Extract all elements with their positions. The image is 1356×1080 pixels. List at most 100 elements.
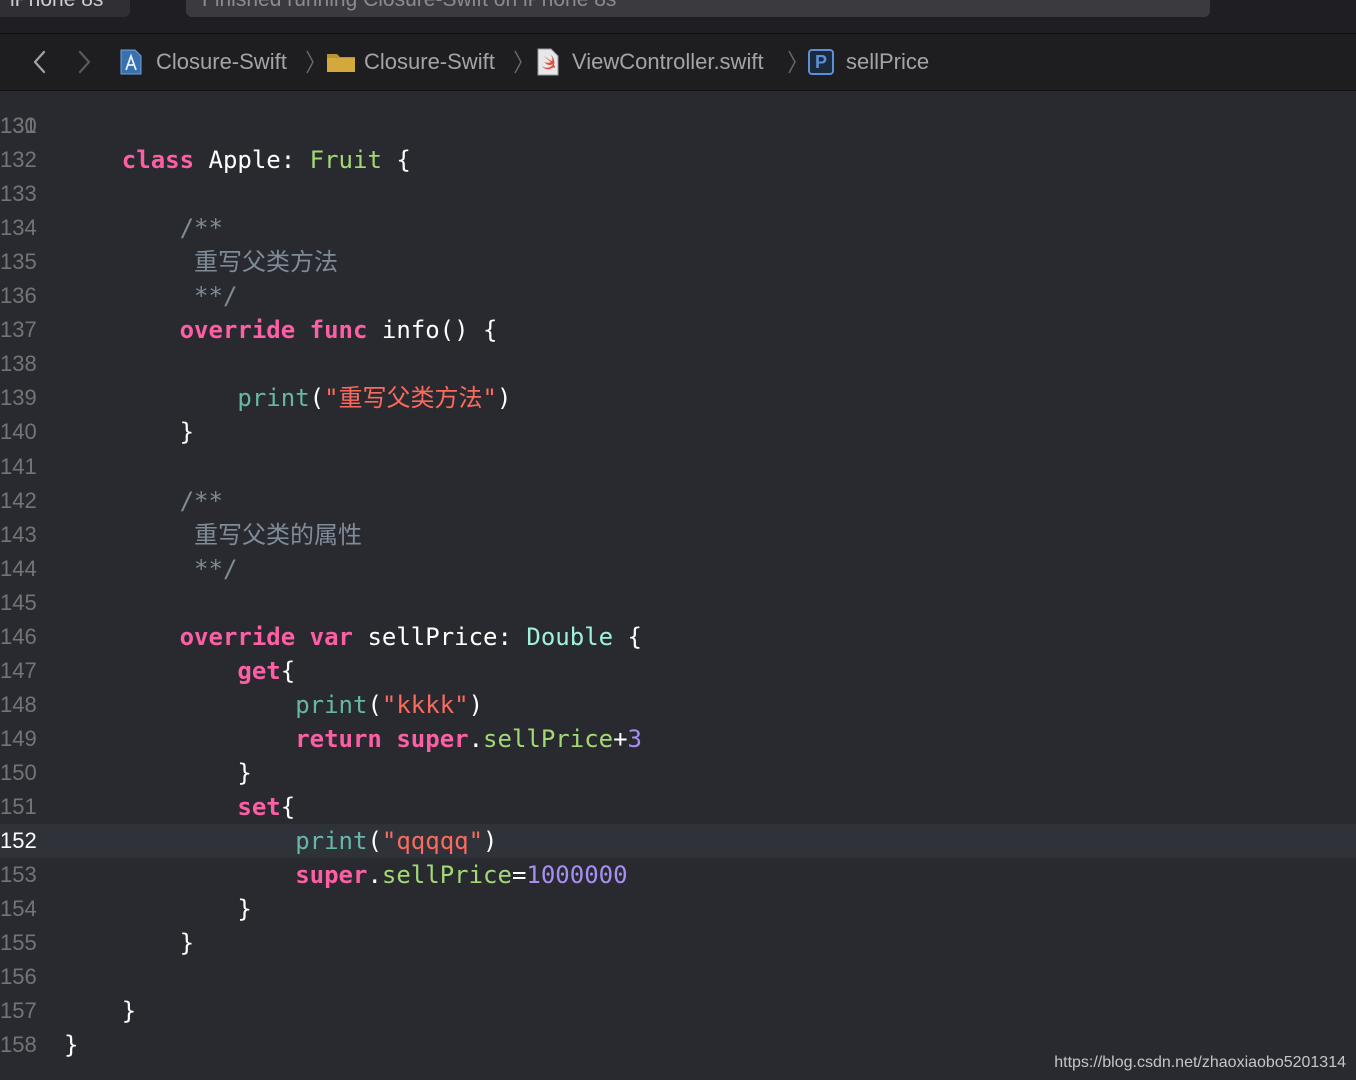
code-line[interactable]: 138	[0, 347, 1356, 381]
breadcrumb-symbol[interactable]: P sellPrice	[808, 34, 929, 90]
line-number[interactable]: 151	[0, 790, 40, 824]
line-number[interactable]: 145	[0, 586, 40, 620]
line-number[interactable]: 141	[0, 450, 40, 484]
code-line[interactable]: 144 **/	[0, 552, 1356, 586]
code-token: }	[121, 997, 137, 1026]
line-number[interactable]: 155	[0, 926, 40, 960]
line-number[interactable]: 138	[0, 347, 40, 381]
watermark: https://blog.csdn.net/zhaoxiaobo5201314	[1054, 1054, 1346, 1071]
forward-arrow-icon[interactable]	[72, 48, 96, 76]
line-number[interactable]: 132	[0, 143, 40, 177]
code-token: )	[497, 384, 512, 413]
line-number[interactable]: 133	[0, 177, 40, 211]
code-line[interactable]: 135 重写父类方法	[0, 245, 1356, 279]
source-editor[interactable]: 130 131 132 class Apple: Fruit {133 134 /*…	[0, 91, 1356, 1080]
scheme-selector[interactable]: iPhone 8s	[0, 0, 130, 17]
code-text: override var sellPrice: Double {	[64, 620, 642, 654]
code-token: print	[295, 827, 368, 856]
code-line[interactable]: 147 get{	[0, 654, 1356, 688]
code-text: **/	[64, 552, 237, 586]
code-line[interactable]: 145	[0, 586, 1356, 620]
line-number[interactable]: 139	[0, 381, 40, 415]
related-items-icon[interactable]	[0, 50, 6, 72]
code-token: print	[295, 690, 368, 719]
line-number[interactable]: 135	[0, 245, 40, 279]
code-token: =	[511, 861, 527, 890]
line-number[interactable]: 156	[0, 960, 40, 994]
line-number[interactable]: 134	[0, 211, 40, 245]
line-number[interactable]: 136	[0, 279, 40, 313]
code-token: {	[280, 656, 296, 685]
line-number[interactable]: 158	[0, 1028, 40, 1062]
code-line[interactable]: 154 }	[0, 892, 1356, 926]
code-line[interactable]: 132 class Apple: Fruit {	[0, 143, 1356, 177]
code-token: }	[237, 895, 252, 924]
toolbar: iPhone 8s Finished running Closure-Swift…	[0, 0, 1356, 34]
line-number[interactable]: 150	[0, 756, 40, 790]
code-token: sellPrice	[483, 724, 614, 753]
code-token: "重写父类方法"	[324, 384, 497, 413]
line-number[interactable]: 146	[0, 620, 40, 654]
folder-icon	[327, 54, 355, 72]
code-line[interactable]: 155 }	[0, 926, 1356, 960]
code-line[interactable]: 134 /**	[0, 211, 1356, 245]
line-number[interactable]: 149	[0, 722, 40, 756]
code-token: +	[613, 724, 628, 753]
line-number[interactable]: 131	[0, 109, 40, 143]
code-line[interactable]: 131	[0, 109, 1356, 143]
line-number[interactable]: 153	[0, 858, 40, 892]
xcode-project-icon	[120, 49, 142, 75]
code-line[interactable]: 149 return super.sellPrice+3	[0, 722, 1356, 756]
line-number[interactable]: 142	[0, 484, 40, 518]
code-line[interactable]: 136 **/	[0, 279, 1356, 313]
breadcrumb-project[interactable]: Closure-Swift	[118, 34, 287, 90]
code-line[interactable]: 143 重写父类的属性	[0, 518, 1356, 552]
line-number[interactable]: 157	[0, 994, 40, 1028]
line-number[interactable]: 137	[0, 313, 40, 347]
code-line[interactable]: 139 print("重写父类方法")	[0, 381, 1356, 415]
code-line[interactable]: 153 super.sellPrice=1000000	[0, 858, 1356, 892]
code-line[interactable]: 157 }	[0, 994, 1356, 1028]
property-icon: P	[808, 49, 834, 75]
code-line[interactable]: 148 print("kkkk")	[0, 688, 1356, 722]
line-number[interactable]: 144	[0, 552, 40, 586]
code-line[interactable]: 142 /**	[0, 484, 1356, 518]
code-token: super	[295, 861, 368, 890]
code-line[interactable]: 151 set{	[0, 790, 1356, 824]
back-arrow-icon[interactable]	[28, 48, 52, 76]
code-line[interactable]: 140 }	[0, 415, 1356, 449]
code-line[interactable]: 152 print("qqqqq")	[0, 824, 1356, 859]
breadcrumb-folder[interactable]: Closure-Swift	[326, 34, 495, 90]
code-line[interactable]: 150 }	[0, 756, 1356, 790]
code-line[interactable]: 156	[0, 960, 1356, 994]
code-token: }	[179, 418, 195, 447]
code-token: {	[280, 793, 296, 821]
code-text: }	[64, 1028, 78, 1062]
code-text: }	[64, 415, 194, 449]
code-token: **/	[194, 554, 238, 583]
code-line[interactable]: 133	[0, 177, 1356, 211]
scheme-label: iPhone 8s	[10, 0, 103, 12]
code-line[interactable]: 137 override func info() {	[0, 313, 1356, 347]
code-token: /**	[179, 486, 223, 515]
line-number[interactable]: 154	[0, 892, 40, 926]
breadcrumb-file[interactable]: ViewController.swift	[536, 34, 764, 90]
code-token: "qqqqq"	[381, 827, 484, 856]
line-number[interactable]: 140	[0, 415, 40, 449]
code-token: (	[367, 690, 382, 719]
line-number[interactable]: 152	[0, 824, 40, 858]
code-line[interactable]: 146 override var sellPrice: Double {	[0, 620, 1356, 654]
code-token: func	[309, 316, 368, 345]
line-number[interactable]: 148	[0, 688, 40, 722]
code-token: 重写父类的属性	[194, 520, 363, 549]
activity-status-text: Finished running Closure-Swift on iPhone…	[202, 0, 616, 12]
code-line[interactable]: 141	[0, 450, 1356, 484]
line-number[interactable]: 143	[0, 518, 40, 552]
line-number[interactable]: 147	[0, 654, 40, 688]
